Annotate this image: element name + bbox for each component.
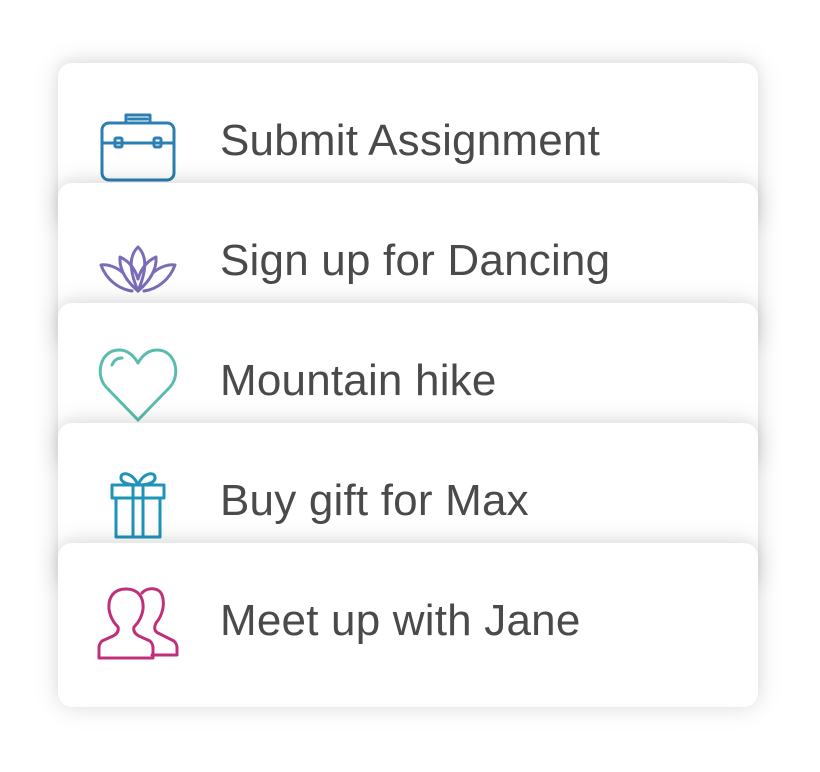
- task-label: Mountain hike: [220, 356, 497, 405]
- task-label: Buy gift for Max: [220, 476, 529, 525]
- task-label: Sign up for Dancing: [220, 236, 611, 285]
- task-label: Submit Assignment: [220, 116, 601, 165]
- task-label: Meet up with Jane: [220, 596, 581, 645]
- task-card-meet-jane[interactable]: Meet up with Jane: [58, 543, 758, 707]
- task-card-stack: Submit Assignment Sign up for Dancing Mo…: [0, 0, 820, 772]
- heart-icon: [96, 341, 180, 425]
- lotus-icon: [96, 221, 180, 305]
- gift-icon: [96, 461, 180, 545]
- briefcase-icon: [96, 101, 180, 185]
- people-icon: [96, 581, 180, 665]
